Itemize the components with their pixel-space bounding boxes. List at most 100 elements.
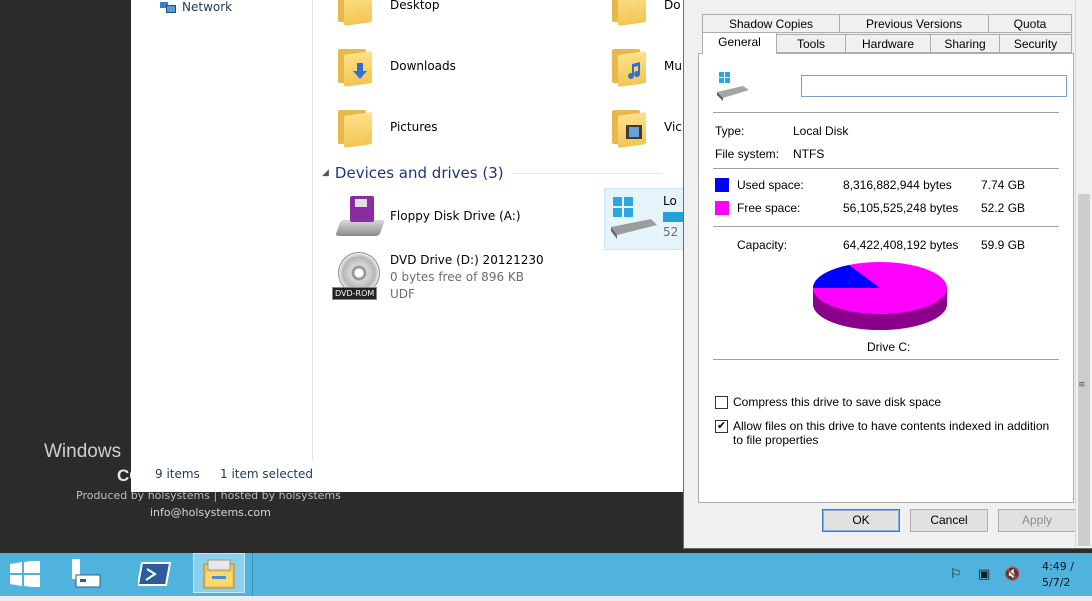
status-item-count: 9 items: [155, 467, 200, 481]
dvd-rom-badge: DVD-ROM: [332, 287, 378, 300]
drive-icon: [717, 72, 749, 101]
network-tray-icon[interactable]: ▣: [978, 567, 990, 582]
capacity-label: Capacity:: [737, 238, 788, 252]
capacity-size: 59.9 GB: [981, 238, 1026, 252]
documents-folder-icon: [608, 0, 650, 26]
taskbar-server-manager[interactable]: [60, 553, 112, 593]
taskbar-divider: [252, 553, 253, 601]
taskbar-file-explorer[interactable]: [193, 553, 245, 593]
drive-free-space: 0 bytes free of 896 KB: [390, 270, 524, 284]
tab-sharing[interactable]: Sharing: [930, 34, 1000, 53]
drive-dvd[interactable]: DVD-ROM DVD Drive (D:) 20121230 0 bytes …: [332, 252, 544, 303]
folder-label: Vic: [664, 120, 682, 134]
type-label: Type:: [715, 124, 745, 138]
system-clock[interactable]: 4:49 / 5/7/2: [1042, 559, 1074, 591]
downloads-folder-icon: [334, 45, 376, 87]
drive-label: Floppy Disk Drive (A:): [390, 209, 521, 223]
scrollbar-thumb[interactable]: [1078, 194, 1090, 546]
status-selection: 1 item selected: [220, 467, 314, 481]
folder-downloads[interactable]: Downloads: [334, 45, 456, 87]
tab-security[interactable]: Security: [999, 34, 1072, 53]
compress-checkbox[interactable]: [715, 396, 728, 409]
free-space-size: 52.2 GB: [981, 201, 1026, 215]
powershell-icon: [138, 562, 172, 586]
collapse-arrow-icon[interactable]: ◢: [322, 168, 329, 178]
drive-local-disk-selected[interactable]: Lo 52: [604, 188, 703, 250]
separator: [713, 226, 1059, 227]
cancel-button[interactable]: Cancel: [910, 509, 988, 532]
group-divider: [511, 172, 662, 174]
filesystem-label: File system:: [715, 147, 780, 161]
vertical-scrollbar[interactable]: ≡: [1075, 0, 1092, 548]
clock-date: 5/7/2: [1042, 576, 1071, 589]
pictures-folder-icon: [334, 106, 376, 148]
index-label: Allow files on this drive to have conten…: [733, 419, 1050, 447]
start-button[interactable]: [0, 553, 52, 593]
folder-pictures[interactable]: Pictures: [334, 106, 438, 148]
network-icon: [160, 1, 176, 13]
videos-folder-icon: [608, 106, 650, 148]
properties-dialog: Shadow Copies Previous Versions Quota To…: [683, 0, 1092, 549]
folder-label: Do: [664, 0, 681, 12]
apply-button[interactable]: Apply: [998, 509, 1076, 532]
folder-music[interactable]: Mu: [608, 45, 682, 87]
used-space-bytes: 8,316,882,944 bytes: [843, 178, 952, 192]
drive-label: DVD Drive (D:) 20121230: [390, 253, 544, 267]
tab-previous-versions[interactable]: Previous Versions: [839, 14, 989, 33]
drive-caption: Drive C:: [867, 340, 911, 354]
separator: [713, 112, 1059, 113]
tab-shadow-copies[interactable]: Shadow Copies: [702, 14, 840, 33]
free-space-swatch: [715, 201, 729, 215]
used-space-size: 7.74 GB: [981, 178, 1026, 192]
music-folder-icon: [608, 45, 650, 87]
clock-time: 4:49 /: [1042, 560, 1074, 573]
devices-group-header[interactable]: ◢ Devices and drives (3): [322, 164, 662, 182]
file-explorer-icon: [203, 559, 235, 589]
folder-icon: [334, 0, 376, 26]
tab-hardware[interactable]: Hardware: [845, 34, 931, 53]
disk-usage-pie-chart: [813, 262, 947, 330]
drive-floppy[interactable]: Floppy Disk Drive (A:): [332, 194, 521, 242]
index-checkbox[interactable]: ✔: [715, 420, 728, 433]
folder-label: Downloads: [390, 59, 456, 73]
volume-name-input[interactable]: [801, 75, 1067, 97]
local-disk-icon: [611, 197, 657, 239]
type-value: Local Disk: [793, 124, 849, 138]
folder-label: Pictures: [390, 120, 438, 134]
folder-videos[interactable]: Vic: [608, 106, 682, 148]
nav-item-network[interactable]: Network: [160, 0, 232, 14]
capacity-bytes: 64,422,408,192 bytes: [843, 238, 959, 252]
compress-label: Compress this drive to save disk space: [733, 395, 942, 409]
free-space-label: Free space:: [737, 201, 801, 215]
folder-documents[interactable]: Do: [608, 0, 681, 26]
general-tab-page: Type: Local Disk File system: NTFS Used …: [698, 53, 1074, 503]
ok-button[interactable]: OK: [822, 509, 900, 532]
separator: [713, 359, 1059, 360]
folder-label: Desktop: [390, 0, 440, 12]
windows-logo-icon: [10, 561, 40, 587]
navigation-pane: Network: [131, 0, 313, 460]
action-center-flag-icon[interactable]: ⚐: [950, 567, 962, 582]
desktop-brand-line1: Windows: [44, 441, 122, 462]
tab-quota[interactable]: Quota: [988, 14, 1072, 33]
filesystem-value: NTFS: [793, 147, 825, 161]
bottom-strip: [0, 596, 1092, 601]
free-space-bytes: 56,105,525,248 bytes: [843, 201, 959, 215]
used-space-swatch: [715, 178, 729, 192]
scroll-grip-icon: ≡: [1078, 380, 1086, 390]
tab-general[interactable]: General: [702, 32, 777, 54]
floppy-drive-icon: [332, 194, 385, 242]
content-pane: Desktop Downloads Pictures Do Mu Vic ◢ D…: [312, 0, 703, 460]
server-manager-icon: [72, 559, 101, 588]
desktop-email: info@holsystems.com: [150, 506, 271, 519]
volume-muted-icon[interactable]: 🔇: [1004, 567, 1020, 582]
nav-item-label: Network: [182, 0, 233, 14]
taskbar-powershell[interactable]: [130, 553, 182, 593]
group-title: Devices and drives (3): [334, 164, 504, 182]
file-explorer-window: Network Desktop Downloads Pictures Do Mu…: [131, 0, 703, 492]
used-space-label: Used space:: [737, 178, 804, 192]
tab-tools[interactable]: Tools: [776, 34, 846, 53]
drive-filesystem: UDF: [390, 287, 415, 301]
folder-desktop[interactable]: Desktop: [334, 0, 440, 26]
folder-label: Mu: [664, 59, 682, 73]
